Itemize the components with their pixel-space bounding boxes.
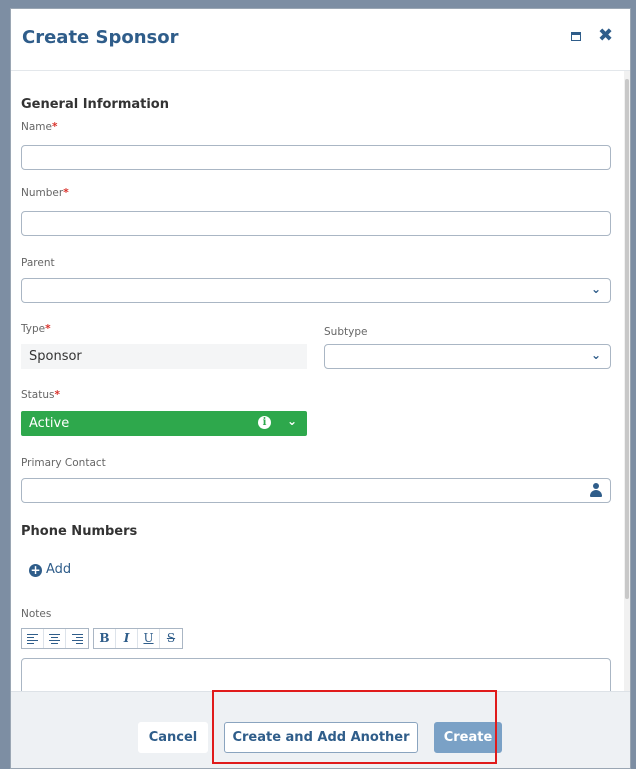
number-input[interactable] bbox=[21, 211, 611, 236]
parent-label: Parent bbox=[21, 257, 55, 269]
subtype-label: Subtype bbox=[324, 326, 368, 338]
cancel-button[interactable]: Cancel bbox=[138, 722, 208, 753]
notes-textarea[interactable] bbox=[21, 658, 611, 691]
chevron-down-icon: ⌄ bbox=[286, 414, 297, 428]
person-icon[interactable] bbox=[590, 483, 602, 497]
add-phone-label: Add bbox=[46, 562, 72, 577]
add-phone-button[interactable]: + Add bbox=[29, 562, 71, 577]
create-sponsor-dialog: Create Sponsor ✖ General Information Nam… bbox=[10, 8, 631, 769]
align-left-icon[interactable] bbox=[22, 629, 44, 648]
status-label: Status* bbox=[21, 389, 60, 401]
maximize-icon[interactable] bbox=[571, 32, 581, 41]
plus-circle-icon: + bbox=[29, 563, 42, 577]
subtype-select[interactable]: ⌄ bbox=[324, 344, 611, 369]
dialog-title: Create Sponsor bbox=[22, 27, 179, 48]
chevron-down-icon: ⌄ bbox=[590, 348, 601, 362]
status-value: Active bbox=[29, 416, 70, 431]
align-right-icon[interactable] bbox=[66, 629, 88, 648]
scrollbar[interactable] bbox=[624, 71, 630, 691]
scrollbar-thumb[interactable] bbox=[625, 79, 629, 599]
primary-contact-input[interactable] bbox=[21, 478, 611, 503]
name-input[interactable] bbox=[21, 145, 611, 170]
general-information-heading: General Information bbox=[21, 97, 169, 112]
align-center-icon[interactable] bbox=[44, 629, 66, 648]
chevron-down-icon: ⌄ bbox=[590, 282, 601, 296]
strikethrough-button[interactable]: S bbox=[160, 629, 182, 648]
dialog-content: General Information Name* Number* Parent… bbox=[11, 71, 630, 691]
notes-label: Notes bbox=[21, 608, 52, 620]
info-icon[interactable]: i bbox=[258, 416, 271, 429]
underline-button[interactable]: U bbox=[138, 629, 160, 648]
dialog-header: Create Sponsor ✖ bbox=[11, 9, 630, 71]
type-value: Sponsor bbox=[21, 344, 307, 369]
primary-contact-label: Primary Contact bbox=[21, 457, 106, 469]
status-select[interactable]: Active i ⌄ bbox=[21, 411, 307, 436]
name-label: Name* bbox=[21, 121, 58, 133]
notes-toolbar: B I U S bbox=[21, 628, 187, 649]
parent-select[interactable]: ⌄ bbox=[21, 278, 611, 303]
number-label: Number* bbox=[21, 187, 69, 199]
close-icon[interactable]: ✖ bbox=[598, 25, 613, 46]
italic-button[interactable]: I bbox=[116, 629, 138, 648]
phone-numbers-heading: Phone Numbers bbox=[21, 524, 138, 539]
type-label: Type* bbox=[21, 323, 51, 335]
highlight-box bbox=[212, 690, 497, 764]
bold-button[interactable]: B bbox=[94, 629, 116, 648]
